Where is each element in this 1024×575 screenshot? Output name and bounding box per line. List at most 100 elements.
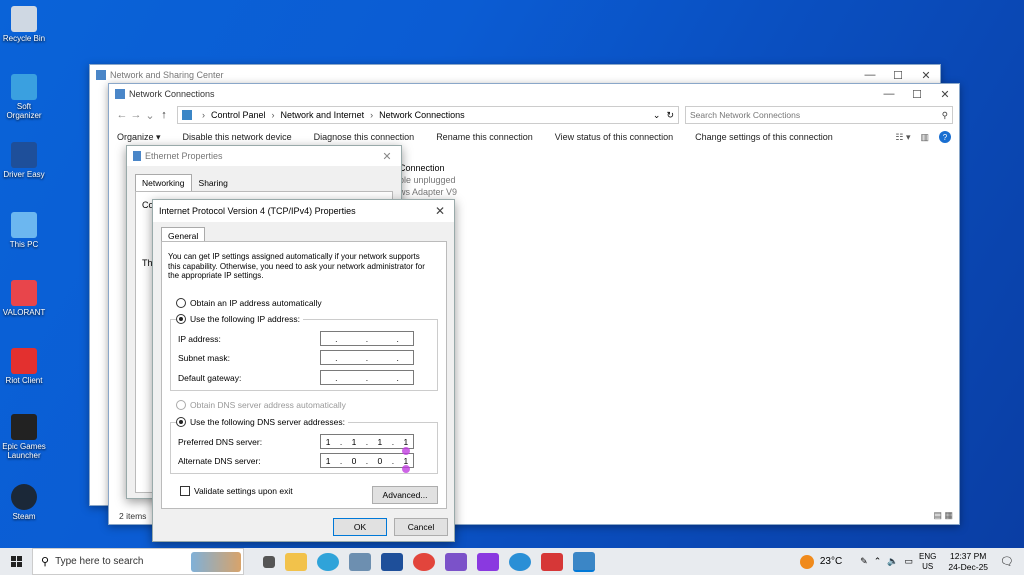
desktop-icon-this-pc[interactable]: This PC xyxy=(2,212,46,249)
tab-sharing[interactable]: Sharing xyxy=(191,174,235,191)
maximize-button[interactable]: ☐ xyxy=(884,69,912,82)
obtain-ip-radio[interactable]: Obtain an IP address automatically xyxy=(176,298,322,308)
advanced-button[interactable]: Advanced... xyxy=(372,486,438,504)
ip-address-field[interactable]: ... xyxy=(320,331,414,346)
status-bar: 2 items xyxy=(119,511,146,521)
subnet-row: Subnet mask: ... xyxy=(178,350,414,365)
chrome-icon[interactable] xyxy=(413,552,435,571)
close-button[interactable]: ✕ xyxy=(912,69,940,82)
lang-top: ENG xyxy=(919,551,937,561)
taskbar-search-placeholder: Type here to search xyxy=(55,556,144,567)
alternate-dns-label: Alternate DNS server: xyxy=(178,455,261,466)
connection-status: ble unplugged xyxy=(399,175,456,185)
default-gateway-field[interactable]: ... xyxy=(320,370,414,385)
diagnose-button[interactable]: Diagnose this connection xyxy=(314,132,415,142)
close-button[interactable]: ✕ xyxy=(373,150,401,163)
help-icon[interactable]: ? xyxy=(939,131,951,143)
breadcrumb-control-panel[interactable]: Control Panel xyxy=(211,110,266,120)
ccleaner-icon[interactable] xyxy=(509,552,531,571)
taskbar-apps xyxy=(258,551,600,572)
control-panel-icon xyxy=(182,110,192,120)
desktop-icon-riot-client[interactable]: Riot Client xyxy=(2,348,46,385)
lang-bottom: US xyxy=(922,561,934,571)
system-tray: 23°C ✎ ⌃ 🔈 ▭ ENG US 12:37 PM 24-Dec-25 🗨 xyxy=(799,551,1024,573)
taskbar-search-input[interactable]: ⚲ Type here to search xyxy=(32,548,244,575)
view-toggle-icons[interactable]: ▤ ▦ xyxy=(933,510,953,521)
dropdown-arrow-icon[interactable]: ⌄ xyxy=(653,110,661,121)
window-title: Network Connections xyxy=(129,89,215,99)
clock[interactable]: 12:37 PM 24-Dec-25 xyxy=(948,551,988,573)
radio-indicator xyxy=(176,314,186,324)
preferred-dns-field[interactable]: 1. 1. 1. 1 xyxy=(320,434,414,449)
volume-icon[interactable]: 🔈 xyxy=(887,556,898,567)
minimize-button[interactable]: — xyxy=(856,69,884,82)
item-count: 2 items xyxy=(119,511,147,521)
close-button[interactable]: ✕ xyxy=(931,88,959,101)
clock-time: 12:37 PM xyxy=(949,550,987,561)
cancel-button[interactable]: Cancel xyxy=(394,518,448,536)
riot-client-icon xyxy=(11,348,37,374)
network-icon xyxy=(115,89,125,99)
breadcrumb-network-connections[interactable]: Network Connections xyxy=(379,110,465,120)
search-placeholder: Search Network Connections xyxy=(690,110,801,120)
preview-pane-icon[interactable]: ▥ xyxy=(920,132,929,143)
view-status-button[interactable]: View status of this connection xyxy=(555,132,673,142)
task-view-icon[interactable] xyxy=(263,555,275,568)
desktop-icon-driver-easy[interactable]: Driver Easy xyxy=(2,142,46,179)
connection-item[interactable]: Connection ble unplugged ws Adapter V9 xyxy=(399,162,457,198)
file-explorer-icon[interactable] xyxy=(285,552,307,571)
driver-easy-icon[interactable] xyxy=(381,552,403,571)
start-button[interactable] xyxy=(0,548,32,575)
organize-button[interactable]: Organize ▾ xyxy=(117,132,161,143)
use-dns-radio[interactable]: Use the following DNS server addresses: xyxy=(176,417,348,427)
clipchamp-icon[interactable] xyxy=(477,552,499,571)
minimize-button[interactable]: — xyxy=(875,88,903,101)
notepad-icon[interactable] xyxy=(349,552,371,571)
view-options-icon[interactable]: ☷ ▾ xyxy=(895,132,910,143)
disable-device-button[interactable]: Disable this network device xyxy=(183,132,292,142)
pen-icon[interactable]: ✎ xyxy=(860,556,868,567)
weather-temp[interactable]: 23°C xyxy=(820,556,842,567)
control-panel-icon[interactable] xyxy=(573,551,595,572)
desktop-icon-epic-games[interactable]: Epic Games Launcher xyxy=(2,414,46,460)
up-arrow-icon[interactable]: ↑ xyxy=(157,109,171,121)
chevron-down-icon[interactable]: ⌄ xyxy=(143,109,157,122)
video-app-icon[interactable] xyxy=(541,552,563,571)
obtain-dns-radio[interactable]: Obtain DNS server address automatically xyxy=(176,400,346,410)
ipv4-properties-dialog: Internet Protocol Version 4 (TCP/IPv4) P… xyxy=(152,199,455,542)
app-badge-icon[interactable] xyxy=(445,552,467,571)
maximize-button[interactable]: ☐ xyxy=(903,88,931,101)
breadcrumb-network-internet[interactable]: Network and Internet xyxy=(281,110,365,120)
desktop-icon-label: Soft Organizer xyxy=(6,102,42,120)
desktop-icon-valorant[interactable]: VALORANT xyxy=(2,280,46,317)
validate-checkbox[interactable]: Validate settings upon exit xyxy=(180,486,293,496)
forward-arrow-icon[interactable]: → xyxy=(129,109,143,121)
subnet-mask-field[interactable]: ... xyxy=(320,350,414,365)
network-connections-titlebar: Network Connections — ☐ ✕ xyxy=(109,84,959,104)
desktop-icon-recycle-bin[interactable]: Recycle Bin xyxy=(2,6,46,43)
ip-address-label: IP address: xyxy=(178,333,221,344)
alternate-dns-field[interactable]: 1. 0. 0. 1 xyxy=(320,453,414,468)
intro-text: You can get IP settings assigned automat… xyxy=(168,252,425,280)
ok-button[interactable]: OK xyxy=(333,518,387,536)
weather-icon[interactable] xyxy=(799,554,814,569)
change-settings-button[interactable]: Change settings of this connection xyxy=(695,132,833,142)
refresh-icon[interactable]: ↻ xyxy=(666,110,674,121)
search-highlight-image xyxy=(191,551,241,572)
obtain-dns-label: Obtain DNS server address automatically xyxy=(190,400,346,410)
search-input[interactable]: Search Network Connections ⚲ xyxy=(685,106,953,124)
back-arrow-icon[interactable]: ← xyxy=(115,109,129,121)
tab-networking[interactable]: Networking xyxy=(135,174,192,191)
rename-button[interactable]: Rename this connection xyxy=(436,132,533,142)
language-indicator[interactable]: ENG US xyxy=(919,552,936,572)
address-bar[interactable]: › Control Panel › Network and Internet ›… xyxy=(177,106,679,124)
notifications-icon[interactable]: 🗨 xyxy=(1000,555,1014,568)
general-panel: You can get IP settings assigned automat… xyxy=(161,241,447,509)
chevron-up-icon[interactable]: ⌃ xyxy=(874,556,882,567)
use-ip-radio[interactable]: Use the following IP address: xyxy=(176,314,303,324)
desktop-icon-soft-organizer[interactable]: Soft Organizer xyxy=(2,74,46,120)
desktop-icon-steam[interactable]: Steam xyxy=(2,484,46,521)
edge-icon[interactable] xyxy=(317,552,339,571)
network-tray-icon[interactable]: ▭ xyxy=(904,556,913,567)
close-button[interactable]: ✕ xyxy=(426,204,454,218)
